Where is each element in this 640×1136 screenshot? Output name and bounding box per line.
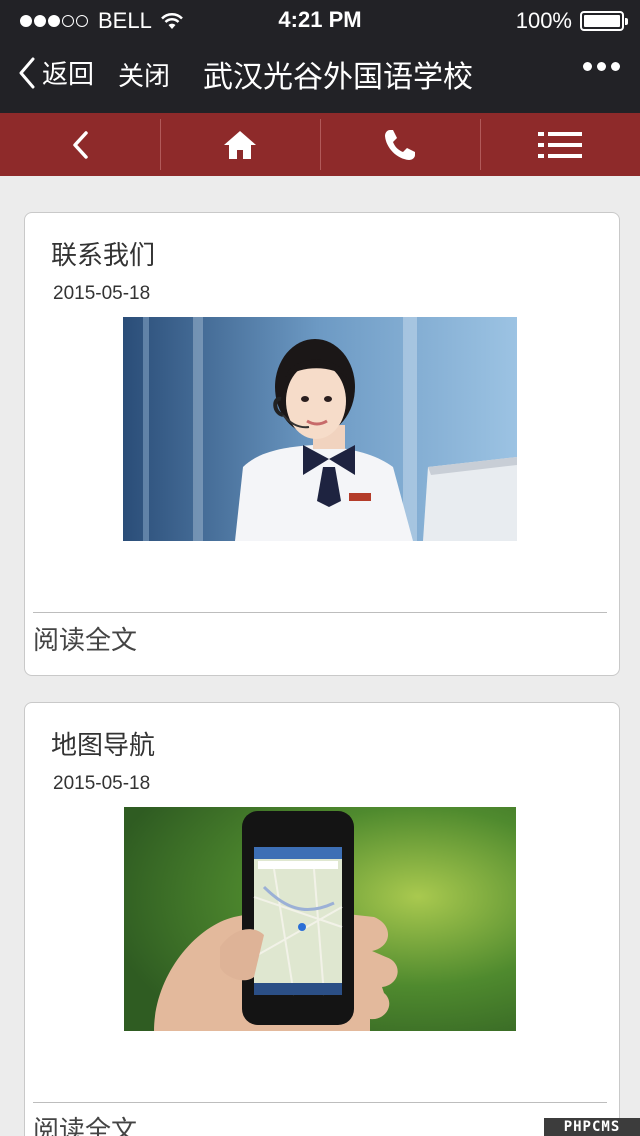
read-more-link[interactable]: 阅读全文 <box>33 620 137 657</box>
article-title[interactable]: 联系我们 <box>51 235 155 272</box>
article-image-phone-map[interactable] <box>124 807 518 1031</box>
battery-percent: 100% <box>515 8 572 33</box>
nav-back-button[interactable] <box>0 113 160 176</box>
status-bar: BELL 4:21 PM 100% <box>0 0 640 40</box>
more-options-button[interactable] <box>578 62 620 71</box>
nav-home-button[interactable] <box>160 113 320 176</box>
nav-phone-button[interactable] <box>320 113 480 176</box>
home-icon <box>224 130 256 159</box>
article-date: 2015-05-18 <box>53 773 151 794</box>
phone-icon <box>385 129 415 160</box>
battery-group: 100% <box>515 8 628 34</box>
nav-bar <box>0 113 640 176</box>
close-button[interactable]: 关闭 <box>118 56 170 93</box>
watermark-logo: PHPCMS <box>544 1118 640 1136</box>
article-date: 2015-05-18 <box>53 283 151 304</box>
menu-list-icon <box>538 131 582 158</box>
page-title: 武汉光谷外国语学校 <box>203 60 473 95</box>
article-card[interactable]: 地图导航 2015-05-18 阅读全文 <box>24 702 620 1136</box>
divider <box>33 612 607 613</box>
article-title[interactable]: 地图导航 <box>51 725 155 762</box>
back-button[interactable]: 返回 <box>18 54 94 91</box>
article-card[interactable]: 联系我们 2015-05-18 阅读全文 <box>24 212 620 676</box>
article-list: 联系我们 2015-05-18 阅读全文 地图导航 2015-05-18 阅读全… <box>0 176 640 1136</box>
article-image-customer-service[interactable] <box>123 317 517 541</box>
back-label: 返回 <box>42 60 95 90</box>
more-dots-icon <box>583 62 592 71</box>
battery-icon <box>580 11 628 31</box>
chevron-left-icon <box>19 57 35 88</box>
nav-menu-button[interactable] <box>480 113 640 176</box>
back-arrow-icon <box>73 130 88 159</box>
title-bar: 返回 关闭 武汉光谷外国语学校 <box>0 40 640 113</box>
read-more-link[interactable]: 阅读全文 <box>33 1110 137 1136</box>
divider <box>33 1102 607 1103</box>
